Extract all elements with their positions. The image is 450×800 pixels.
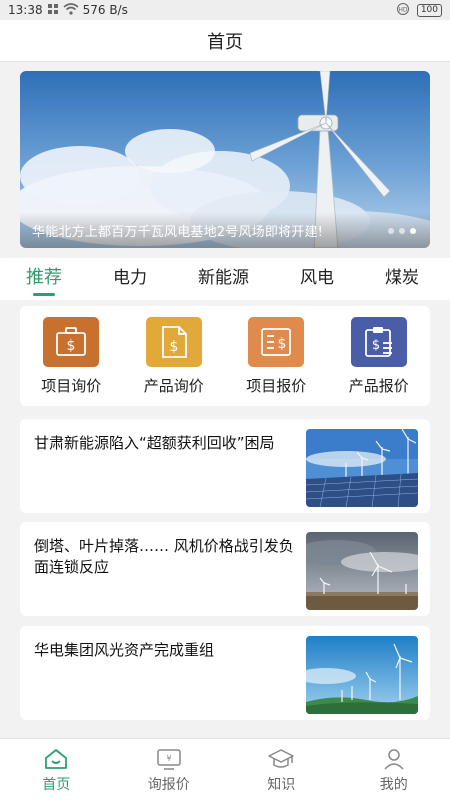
banner-dot-active[interactable] (410, 228, 416, 234)
quick-label: 项目报价 (246, 376, 307, 395)
quick-label: 产品询价 (143, 376, 204, 395)
category-tabs: 推荐 电力 新能源 风电 煤炭 (0, 258, 450, 300)
banner-caption: 华能北方上都百万千瓦风电基地2号风场即将开建! (32, 225, 324, 240)
svg-text:¥: ¥ (166, 754, 171, 763)
home-icon (43, 746, 69, 772)
nav-label: 首页 (42, 776, 71, 793)
briefcase-dollar-icon: $ (43, 316, 100, 367)
wind-field-icon (306, 532, 418, 610)
tab-wind-power[interactable]: 风电 (300, 258, 334, 300)
graduation-cap-icon (267, 746, 295, 772)
wifi-icon (63, 2, 79, 18)
banner-indicator (388, 228, 416, 234)
news-title: 华电集团风光资产完成重组 (34, 641, 215, 659)
list-dollar-icon: $ (248, 316, 305, 367)
tab-recommend[interactable]: 推荐 (26, 258, 62, 300)
project-quote-button[interactable]: $ 项目报价 (231, 316, 321, 396)
svg-text:$: $ (372, 338, 380, 353)
wind-coast-icon (306, 636, 418, 714)
grid-icon (47, 3, 59, 18)
status-time: 13:38 (8, 3, 43, 17)
product-inquiry-button[interactable]: $ 产品询价 (129, 316, 219, 396)
quick-label: 产品报价 (348, 376, 409, 395)
quick-label: 项目询价 (41, 376, 102, 395)
news-title: 倒塔、叶片掉落…… 风机价格战引发负面连锁反应 (34, 537, 294, 576)
nav-profile[interactable]: 我的 (338, 739, 450, 800)
svg-text:HD: HD (398, 6, 408, 13)
bottom-nav: 首页 ¥ 询报价 知识 我的 (0, 738, 450, 800)
banner-dot[interactable] (388, 228, 394, 234)
nav-knowledge[interactable]: 知识 (225, 739, 338, 800)
banner-dot[interactable] (399, 228, 405, 234)
news-title: 甘肃新能源陷入“超额获利回收”困局 (34, 434, 275, 452)
quick-actions: $ 项目询价 $ 产品询价 $ 项目报价 $ 产品报价 (20, 306, 430, 406)
nav-home[interactable]: 首页 (0, 739, 113, 800)
news-item[interactable]: 甘肃新能源陷入“超额获利回收”困局 (20, 419, 430, 513)
nav-quote[interactable]: ¥ 询报价 (113, 739, 226, 800)
nav-label: 询报价 (147, 776, 190, 793)
clipboard-dollar-icon: $ (350, 316, 407, 367)
solar-wind-icon (306, 429, 418, 507)
news-item[interactable]: 华电集团风光资产完成重组 (20, 626, 430, 720)
nav-label: 我的 (379, 776, 408, 793)
product-quote-button[interactable]: $ 产品报价 (334, 316, 424, 396)
tab-new-energy[interactable]: 新能源 (198, 258, 249, 300)
document-dollar-icon: $ (145, 316, 202, 367)
hd-icon: HD (395, 2, 411, 18)
svg-text:$: $ (278, 336, 287, 352)
network-speed: 576 B/s (82, 3, 128, 17)
project-inquiry-button[interactable]: $ 项目询价 (26, 316, 116, 396)
tab-power[interactable]: 电力 (113, 258, 147, 300)
svg-text:$: $ (67, 338, 76, 354)
tab-coal[interactable]: 煤炭 (385, 258, 419, 300)
user-icon (382, 746, 406, 772)
quote-icon: ¥ (156, 746, 182, 772)
news-item[interactable]: 倒塔、叶片掉落…… 风机价格战引发负面连锁反应 (20, 522, 430, 616)
status-bar: 13:38 576 B/s HD 100 (0, 0, 450, 20)
page-title-bar: 首页 (0, 20, 450, 62)
banner-carousel[interactable]: 华能北方上都百万千瓦风电基地2号风场即将开建! (20, 71, 430, 248)
battery-icon: 100 (416, 3, 442, 17)
nav-label: 知识 (267, 776, 296, 793)
svg-text:$: $ (169, 339, 178, 355)
page-title: 首页 (207, 31, 243, 53)
